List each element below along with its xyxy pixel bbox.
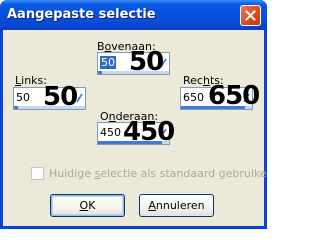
dialog-title: Aangepaste selectie (7, 7, 156, 22)
right-spin-value[interactable]: 650 (183, 91, 204, 104)
bottom-value-overlay: 450 (123, 117, 175, 147)
left-spin-bar (14, 106, 19, 109)
default-selection-checkbox[interactable] (31, 167, 44, 180)
cancel-button[interactable]: Annuleren (139, 194, 214, 217)
left-value-overlay: 50 (43, 82, 78, 112)
top-value-overlay: 50 (129, 47, 164, 77)
spin-arrow-icon[interactable] (76, 91, 84, 105)
ok-button[interactable]: OK (50, 194, 125, 217)
dialog-window: Aangepaste selectie Bovenaan: 50 50 Link… (0, 0, 267, 229)
default-selection-label: Huidige selectie als standaard gebruiken (49, 167, 267, 180)
right-value-overlay: 650 (208, 81, 260, 111)
left-spin-value[interactable]: 50 (16, 91, 30, 104)
top-spin-bar (98, 71, 103, 74)
close-button[interactable] (240, 5, 261, 26)
top-spin-value[interactable]: 50 (100, 56, 116, 69)
close-x-icon (245, 10, 256, 21)
title-bar[interactable]: Aangepaste selectie (0, 0, 267, 30)
bottom-spin-value[interactable]: 450 (100, 126, 121, 139)
dialog-client-area: Bovenaan: 50 50 Links: 50 50 Rechts: 650 (3, 30, 267, 226)
